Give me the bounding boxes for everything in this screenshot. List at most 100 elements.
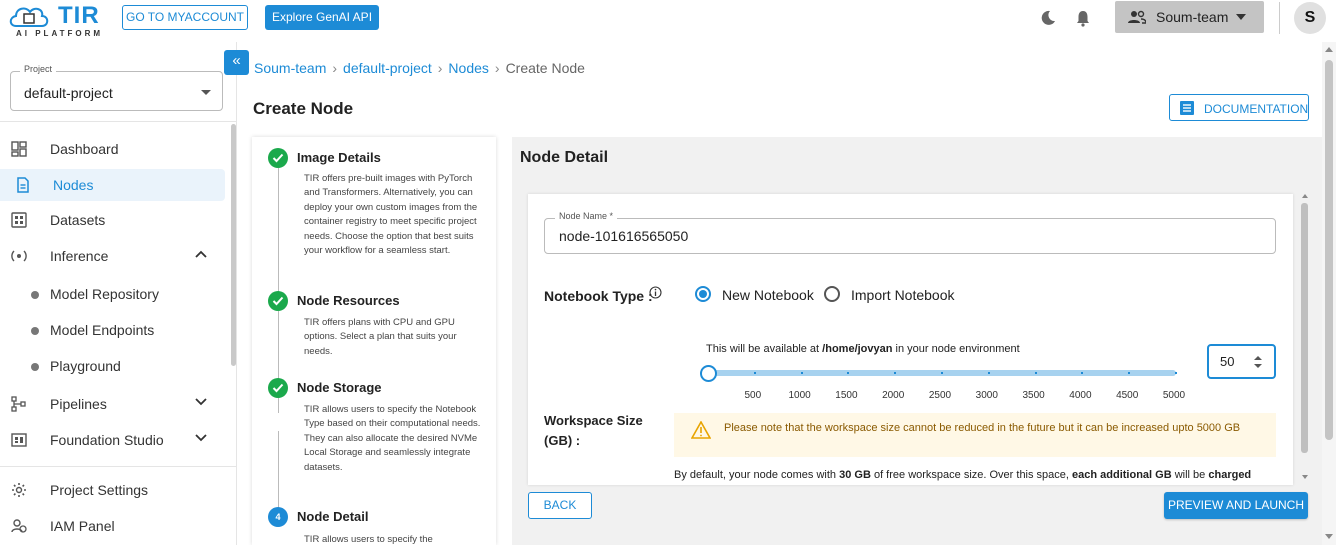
new-notebook-label[interactable]: New Notebook [722,287,814,303]
caret-down-icon [201,90,211,95]
caret-down-icon [1236,14,1246,20]
workspace-size-input[interactable] [1220,354,1250,369]
header-divider [1279,2,1280,34]
scroll-up-arrow-icon[interactable] [1302,194,1308,198]
documentation-button[interactable]: DOCUMENTATION [1169,94,1309,121]
workspace-warning: Please note that the workspace size cann… [674,413,1276,457]
slider-tick-mark [894,372,897,374]
slider-tick-mark [1175,372,1177,374]
slider-tick-mark [800,372,803,374]
breadcrumb-current: Create Node [505,60,585,76]
sidebar-item-playground[interactable]: Playground [0,351,225,381]
notification-bell-icon[interactable] [1074,9,1092,27]
slider-tick-label: 4000 [1069,390,1092,401]
sidebar-item-project-settings[interactable]: Project Settings [0,474,225,506]
breadcrumb-separator: › [332,60,338,76]
logo-text: TIR [58,2,100,29]
sidebar-item-label: Model Repository [50,286,159,302]
node-name-input[interactable] [559,228,1159,244]
sidebar-collapse-button[interactable]: « [224,50,249,75]
scroll-down-arrow-icon[interactable] [1325,534,1333,539]
slider-tick-mark [1081,372,1084,374]
sidebar-item-nodes[interactable]: Nodes [0,169,225,201]
team-name: Soum-team [1156,9,1229,25]
sidebar-scrollbar[interactable] [231,124,236,366]
datasets-icon [11,212,27,228]
workspace-pricing-note: By default, your node comes with 30 GB o… [674,469,1293,481]
gear-icon [12,483,26,497]
new-notebook-radio[interactable] [695,286,711,302]
sidebar-item-label: Pipelines [50,396,107,412]
scroll-up-arrow-icon[interactable] [1325,47,1333,52]
main-content: Soum-team › default-project › Nodes › Create N… [224,42,1336,545]
back-button[interactable]: BACK [528,492,592,519]
project-select-legend: Project [20,64,57,74]
chevron-down-icon [195,398,207,406]
notebook-type-label: Notebook Type : [544,288,653,304]
breadcrumb-project[interactable]: default-project [343,60,432,76]
sidebar-item-datasets[interactable]: Datasets [0,204,225,236]
breadcrumb-nodes[interactable]: Nodes [448,60,488,76]
breadcrumb: Soum-team › default-project › Nodes › Create N… [254,60,585,76]
preview-and-launch-button[interactable]: PREVIEW AND LAUNCH [1164,492,1308,519]
scroll-down-arrow-icon[interactable] [1302,475,1308,479]
check-circle-icon [268,378,288,398]
step-description: TIR offers pre-built images with PyTorch… [304,173,478,257]
sidebar-item-iam-panel[interactable]: IAM Panel [0,510,225,542]
dark-mode-moon-icon[interactable] [1039,9,1057,27]
step-description: TIR offers plans with CPU and GPU option… [304,317,457,357]
sidebar-item-model-endpoints[interactable]: Model Endpoints [0,315,225,345]
sidebar-item-model-repository[interactable]: Model Repository [0,279,225,309]
card-scrollbar-thumb[interactable] [1301,203,1308,453]
breadcrumb-separator: › [494,60,500,76]
sidebar-item-dashboard[interactable]: Dashboard [0,133,225,165]
slider-tick-mark [847,372,850,374]
breadcrumb-separator: › [437,60,443,76]
sidebar-item-label: Playground [50,358,121,374]
workspace-size-slider-thumb[interactable] [699,365,717,382]
info-icon[interactable] [649,286,662,299]
sidebar-item-inference[interactable]: Inference [0,240,225,272]
note-additional: each additional GB [1072,469,1172,481]
step-description: TIR allows users to specify the [304,534,433,545]
sidebar-item-pipelines[interactable]: Pipelines [0,388,225,420]
sidebar-item-label: Project Settings [50,482,149,498]
page-scrollbar[interactable] [1322,42,1336,545]
slider-tick-label: 2500 [928,390,952,401]
spin-arrows-icon[interactable] [1253,355,1263,369]
go-to-myaccount-button[interactable]: GO TO MYACCOUNT [122,5,248,30]
sidebar-item-foundation-studio[interactable]: Foundation Studio [0,424,225,456]
import-notebook-label[interactable]: Import Notebook [851,287,955,303]
card-scrollbar[interactable] [1300,194,1309,481]
sidebar-item-label: Foundation Studio [50,432,164,448]
logo-subtitle: AI PLATFORM [16,29,104,38]
tir-logo[interactable]: TIR AI PLATFORM [6,2,106,38]
slider-tick-label: 5000 [1162,390,1186,401]
warning-triangle-icon [691,421,711,439]
slider-tick-mark [987,372,990,374]
slider-tick-label: 2000 [882,390,905,401]
node-name-field[interactable]: Node Name * [544,211,1276,254]
page-scrollbar-thumb[interactable] [1325,60,1333,440]
breadcrumb-team[interactable]: Soum-team [254,60,326,76]
user-avatar[interactable]: S [1294,2,1326,34]
workspace-size-stepper[interactable] [1207,344,1276,379]
step-number-badge: 4 [268,507,288,527]
explore-genai-api-button[interactable]: Explore GenAI API [265,5,379,30]
workspace-availability-text: This will be available at /home/jovyan i… [706,343,1020,355]
slider-tick-label: 1000 [788,390,811,401]
availability-prefix: This will be available at [706,343,823,355]
note-text: of free workspace size. Over this space, [870,469,1073,481]
sidebar: Project default-project Dashboard Nodes … [0,42,237,545]
note-text: will be [1171,469,1209,481]
import-notebook-radio[interactable] [824,286,840,302]
team-selector-button[interactable]: Soum-team [1115,1,1264,33]
slider-tick-mark [753,372,756,374]
document-icon [17,177,29,193]
step-connector [278,168,279,293]
node-detail-card: Node Name * Notebook Type : New Notebook… [528,194,1293,485]
bullet-dot-icon [31,291,39,299]
note-text: By default, your node comes with [674,469,840,481]
project-select[interactable]: Project default-project [10,64,223,111]
step-title: Node Storage [297,380,382,395]
